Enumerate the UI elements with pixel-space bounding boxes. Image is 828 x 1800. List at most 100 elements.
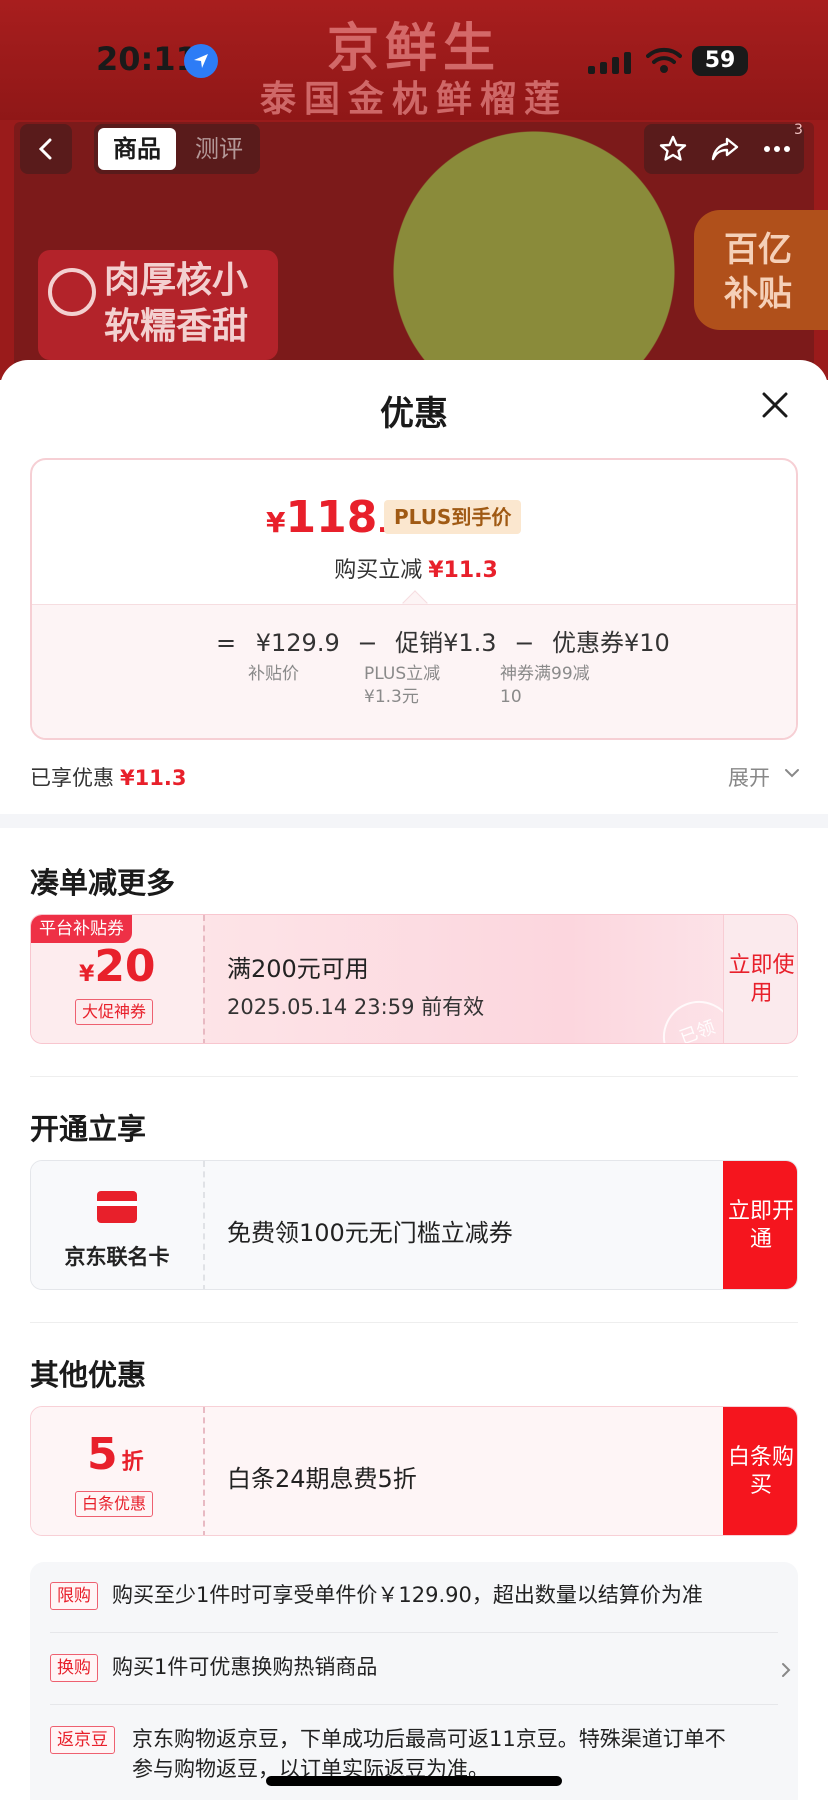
formula-minus: − — [514, 629, 535, 657]
open-card-button[interactable]: 立即开通 — [723, 1161, 797, 1289]
card-offer-stub: 京东联名卡 — [31, 1161, 203, 1289]
platform-coupon: 平台补贴券 ¥20 大促神券 满200元可用 2025.05.14 23:59 … — [30, 914, 798, 1044]
discount-sheet: 优惠 ¥118.6 PLUS到手价 购买立减¥11.3 = ¥129.9 − 促… — [0, 360, 828, 1800]
chevron-left-icon — [38, 138, 52, 160]
card-offer-desc: 免费领100元无门槛立减券 — [227, 1219, 513, 1247]
baitiao-buy-button[interactable]: 白条购买 — [723, 1407, 797, 1535]
instant-discount-amount: ¥11.3 — [428, 558, 498, 583]
feature-badge-line1: 肉厚核小 — [104, 260, 249, 301]
screen: 京鲜生 泰国金枕鲜榴莲 肉厚核小 软糯香甜 百亿 补贴 20:11 59 商品 … — [0, 0, 828, 1800]
section-title-other-offers: 其他优惠 — [30, 1358, 147, 1392]
expand-label: 展开 — [728, 766, 770, 790]
coupon-divider — [203, 915, 205, 1043]
rule-text: 京东购物返京豆，下单成功后最高可返11京豆。特殊渠道订单不 参与购物返豆，以订单… — [132, 1724, 726, 1784]
formula-coupon: 优惠券¥10 — [551, 629, 670, 657]
rule-text: 购买至少1件时可享受单件价￥129.90，超出数量以结算价为准 — [112, 1583, 703, 1607]
rule-tag: 限购 — [50, 1582, 98, 1610]
enjoyed-amount: ¥11.3 — [120, 766, 187, 790]
price-formula-row: = ¥129.9 − 促销¥1.3 − 优惠券¥10 — [216, 623, 670, 658]
coupon-sub-tag: 大促神券 — [75, 999, 154, 1025]
coupon-note-line1: 神券满99减 — [500, 664, 590, 684]
coupon-divider — [203, 1407, 205, 1535]
coupon-amount-value: 20 — [94, 941, 156, 992]
location-arrow-icon — [184, 44, 218, 78]
expand-toggle[interactable]: 展开 — [728, 762, 799, 792]
wifi-icon — [646, 47, 682, 73]
baitiao-discount-value: 5 — [87, 1429, 118, 1480]
chevron-down-icon — [785, 769, 799, 778]
close-icon[interactable] — [760, 390, 790, 420]
rule-text: 购买1件可优惠换购热销商品 — [112, 1655, 378, 1679]
cellular-signal-icon — [588, 52, 631, 74]
baitiao-sub-tag: 白条优惠 — [75, 1491, 154, 1517]
product-tabs: 商品 测评 — [94, 124, 260, 174]
coupon-amount: ¥20 — [79, 941, 156, 992]
formula-base-price: ¥129.9 — [255, 629, 340, 657]
coupon-type-tag: 平台补贴券 — [31, 915, 132, 943]
credit-card-icon — [97, 1191, 137, 1223]
promo-note: PLUS立减 ¥1.3元 — [364, 663, 440, 709]
instant-discount-label: 购买立减 — [334, 558, 423, 583]
final-price-area: ¥118.6 PLUS到手价 购买立减¥11.3 — [32, 460, 796, 602]
promo-note-line2: ¥1.3元 — [364, 687, 419, 707]
final-price-integer: 118 — [285, 492, 378, 543]
coupon-validity: 2025.05.14 23:59 前有效 — [227, 995, 485, 1019]
message-count-badge: 3 — [794, 122, 803, 138]
formula-minus: − — [357, 629, 378, 657]
nav-actions — [644, 124, 804, 174]
rule-separator — [50, 1632, 778, 1633]
subsidy-badge: 百亿 补贴 — [694, 210, 828, 330]
status-time: 20:11 — [96, 40, 198, 78]
tab-review[interactable]: 测评 — [182, 128, 256, 170]
subsidy-badge-line1: 百亿 — [724, 230, 792, 270]
enjoyed-discount: 已享优惠 ¥11.3 — [30, 762, 186, 792]
baitiao-offer-stub: 5折 白条优惠 — [31, 1407, 203, 1535]
sheet-title: 优惠 — [380, 394, 448, 434]
separator — [30, 1322, 798, 1323]
co-branded-card-offer: 京东联名卡 免费领100元无门槛立减券 立即开通 — [30, 1160, 798, 1290]
plus-price-tag: PLUS到手价 — [384, 500, 522, 534]
promo-note-line1: PLUS立减 — [364, 664, 441, 684]
formula-promo: 促销¥1.3 — [395, 629, 497, 657]
rule-separator — [50, 1704, 778, 1705]
baitiao-discount-unit: 折 — [121, 1450, 144, 1475]
rule-text-line1: 京东购物返京豆，下单成功后最高可返11京豆。特殊渠道订单不 — [132, 1727, 726, 1751]
feature-badge: 肉厚核小 软糯香甜 — [38, 250, 278, 360]
rule-purchase-limit: 限购 购买至少1件时可享受单件价￥129.90，超出数量以结算价为准 — [50, 1580, 778, 1614]
tab-product[interactable]: 商品 — [98, 128, 176, 170]
baitiao-discount: 5折 — [87, 1429, 144, 1480]
section-title-open-benefit: 开通立享 — [30, 1112, 147, 1146]
coupon-note-line2: 10 — [500, 687, 522, 707]
check-circle-icon — [48, 268, 96, 316]
formula-equals: = — [216, 629, 237, 657]
coupon-condition: 满200元可用 — [227, 955, 369, 983]
battery-icon: 59 — [692, 46, 748, 76]
purchase-rules: 限购 购买至少1件时可享受单件价￥129.90，超出数量以结算价为准 换购 购买… — [30, 1562, 798, 1800]
home-indicator[interactable] — [266, 1776, 562, 1786]
back-button[interactable] — [20, 124, 72, 174]
separator — [30, 1076, 798, 1077]
rule-trade-in[interactable]: 换购 购买1件可优惠换购热销商品 — [50, 1652, 791, 1686]
rule-tag: 返京豆 — [50, 1726, 115, 1754]
subsidy-badge-line2: 补贴 — [724, 274, 792, 314]
coupon-note: 神券满99减 10 — [500, 663, 590, 709]
enjoyed-label: 已享优惠 — [30, 766, 114, 790]
chevron-right-icon — [782, 1663, 791, 1677]
more-icon[interactable] — [762, 134, 792, 164]
baitiao-offer-desc: 白条24期息费5折 — [227, 1465, 417, 1493]
final-price-currency: ¥ — [266, 506, 286, 539]
use-coupon-button[interactable]: 立即使用 — [723, 915, 797, 1043]
feature-badge-line2: 软糯香甜 — [104, 306, 249, 347]
section-divider — [0, 814, 828, 828]
base-price-note: 补贴价 — [248, 664, 299, 684]
star-icon[interactable] — [658, 134, 688, 164]
section-title-more-discount: 凑单减更多 — [30, 866, 176, 900]
price-formula: = ¥129.9 − 促销¥1.3 − 优惠券¥10 补贴价 PLUS立减 ¥1… — [32, 604, 796, 738]
coupon-value-stub: 平台补贴券 ¥20 大促神券 — [31, 915, 203, 1043]
coupon-divider — [203, 1161, 205, 1289]
coupon-currency: ¥ — [79, 962, 95, 987]
share-icon[interactable] — [710, 134, 740, 164]
price-breakdown-card: ¥118.6 PLUS到手价 购买立减¥11.3 = ¥129.9 − 促销¥1… — [30, 458, 798, 740]
rule-tag: 换购 — [50, 1654, 98, 1682]
card-offer-label: 京东联名卡 — [64, 1245, 170, 1269]
